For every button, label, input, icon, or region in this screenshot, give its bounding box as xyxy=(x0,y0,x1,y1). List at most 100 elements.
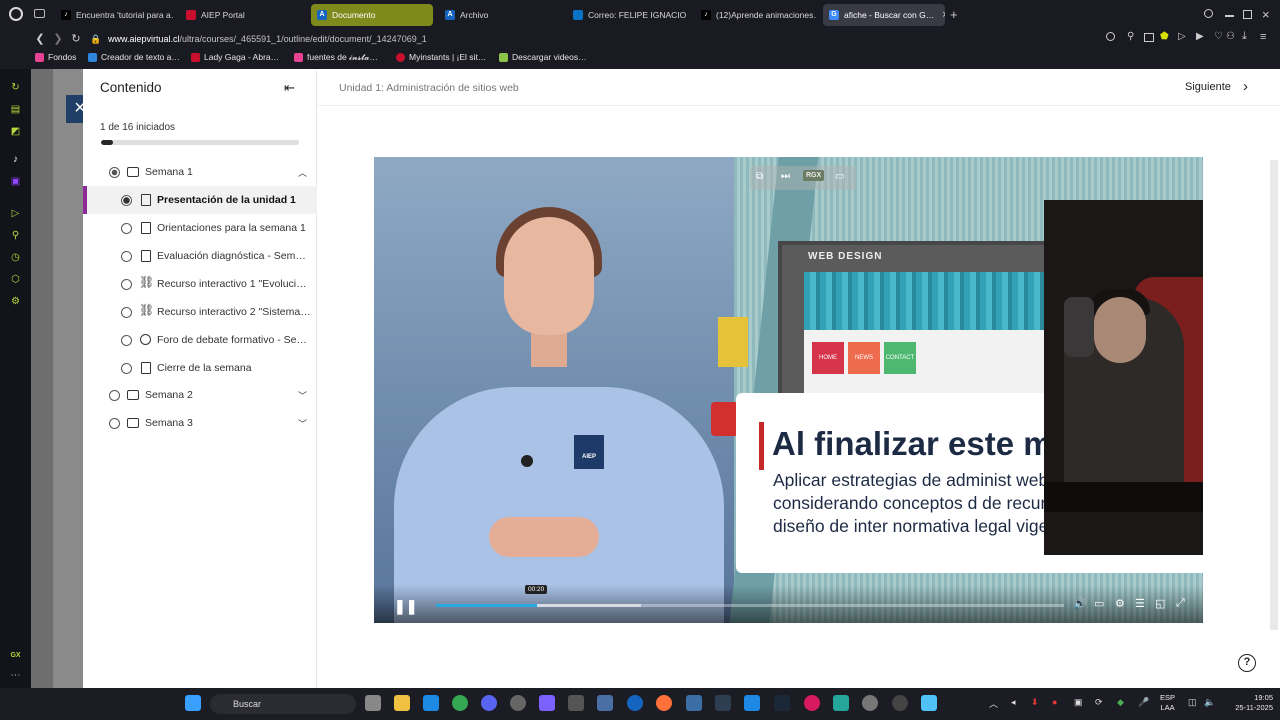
screenshot-icon[interactable] xyxy=(1144,33,1154,42)
sidebar-twitch-icon[interactable]: ▣ xyxy=(9,175,22,188)
maximize-icon[interactable] xyxy=(1243,10,1252,19)
chevron-down-icon[interactable]: ﹀ xyxy=(298,417,307,430)
sidebar-messenger-icon[interactable]: ◩ xyxy=(9,125,22,138)
next-button[interactable]: Siguiente xyxy=(1185,81,1231,93)
taskbar-search[interactable]: Buscar xyxy=(210,694,356,714)
heart-icon[interactable]: ♡ xyxy=(1214,31,1223,42)
collapse-panel-icon[interactable]: ⇤ xyxy=(284,80,295,96)
sidebar-settings-icon[interactable]: ⚙ xyxy=(9,295,22,308)
volume-icon[interactable]: 🔊 xyxy=(1073,597,1087,610)
profile-icon[interactable]: ⚇ xyxy=(1226,31,1235,42)
bookmark-fuentes[interactable]: fuentes de 𝓲𝓷𝓼𝓽𝓪… xyxy=(294,52,378,63)
windows-start-icon[interactable] xyxy=(185,695,201,711)
tray-app-icon[interactable]: ◆ xyxy=(1117,697,1124,708)
pin-icon[interactable]: ⚲ xyxy=(1127,31,1134,42)
notepad-icon[interactable] xyxy=(921,695,937,711)
firefox-icon[interactable] xyxy=(656,695,672,711)
miniplayer-icon[interactable]: ◱ xyxy=(1155,597,1165,610)
search-tabs-icon[interactable] xyxy=(1204,9,1213,18)
mail-icon[interactable] xyxy=(423,695,439,711)
close-window-icon[interactable]: × xyxy=(1262,7,1270,22)
content-item-presentacion[interactable]: Presentación de la unidad 1 xyxy=(83,186,317,214)
download-icon[interactable]: ⤓ xyxy=(1242,30,1247,43)
forward-icon[interactable]: ❯ xyxy=(50,31,66,47)
media-player-icon[interactable] xyxy=(892,695,908,711)
tray-app-icon[interactable]: ◂ xyxy=(1011,697,1016,708)
tray-chevron-icon[interactable]: ︿ xyxy=(989,697,998,710)
app-icon[interactable] xyxy=(568,695,584,711)
app-icon[interactable] xyxy=(833,695,849,711)
chrome-icon[interactable] xyxy=(452,695,468,711)
chevron-up-icon[interactable]: ︿ xyxy=(298,166,307,179)
opera-gx-icon[interactable] xyxy=(804,695,820,711)
browser-logo-icon[interactable] xyxy=(9,7,23,21)
minimize-icon[interactable] xyxy=(1225,15,1234,17)
app-icon[interactable] xyxy=(715,695,731,711)
tab-correo[interactable]: Correo: FELIPE IGNACIO … xyxy=(567,4,689,26)
discord-icon[interactable] xyxy=(481,695,497,711)
workspaces-icon[interactable] xyxy=(34,9,45,18)
sidebar-news-icon[interactable]: ▤ xyxy=(9,103,22,116)
copilot-icon[interactable] xyxy=(539,695,555,711)
week-2-row[interactable]: Semana 2 ﹀ xyxy=(83,381,317,409)
tab-archivo[interactable]: A Archivo xyxy=(439,4,561,26)
app-icon[interactable] xyxy=(510,695,526,711)
tray-app-icon[interactable]: ▣ xyxy=(1074,697,1083,708)
tab-documento[interactable]: A Documento xyxy=(311,4,433,26)
sidebar-tiktok-icon[interactable]: ♪ xyxy=(9,153,22,166)
wallet-icon[interactable]: ▷ xyxy=(1178,31,1186,42)
content-item-evaluacion[interactable]: Evaluación diagnóstica - Sema… xyxy=(83,242,317,270)
app-icon[interactable] xyxy=(597,695,613,711)
tab-aiep-portal[interactable]: AIEP Portal xyxy=(180,4,304,26)
transcript-icon[interactable]: ☰ xyxy=(1135,597,1145,610)
bookmark-descargar-videos[interactable]: Descargar videos… xyxy=(499,52,587,62)
network-icon[interactable]: ◫ xyxy=(1188,697,1197,708)
task-view-icon[interactable] xyxy=(365,695,381,711)
sidebar-gx-icon[interactable]: GX xyxy=(9,649,22,662)
bookmark-creador-texto[interactable]: Creador de texto a… xyxy=(88,52,180,62)
shield-icon[interactable]: ⬟ xyxy=(1160,31,1169,42)
browser-icon[interactable] xyxy=(627,695,643,711)
fullscreen-icon[interactable]: ⤢ xyxy=(1176,597,1185,610)
tray-app-icon[interactable]: ⟳ xyxy=(1095,697,1103,708)
chevron-right-icon[interactable]: › xyxy=(1243,78,1248,95)
app-icon[interactable] xyxy=(744,695,760,711)
play-icon[interactable]: ▶ xyxy=(1196,31,1204,42)
captions-icon[interactable]: ▭ xyxy=(1094,597,1104,610)
app-icon[interactable] xyxy=(686,695,702,711)
rgx-button[interactable]: RGX xyxy=(803,170,825,181)
menu-icon[interactable]: ≡ xyxy=(1260,31,1266,43)
reload-icon[interactable]: ↻ xyxy=(68,31,84,47)
language-indicator[interactable]: ESP LAA xyxy=(1160,693,1175,713)
steam-icon[interactable] xyxy=(774,695,790,711)
week-3-row[interactable]: Semana 3 ﹀ xyxy=(83,409,317,437)
pause-icon[interactable]: ❚❚ xyxy=(394,598,417,615)
content-item-orientaciones[interactable]: Orientaciones para la semana 1 xyxy=(83,214,317,242)
chevron-down-icon[interactable]: ﹀ xyxy=(298,389,307,402)
settings-app-icon[interactable] xyxy=(862,695,878,711)
file-explorer-icon[interactable] xyxy=(394,695,410,711)
settings-icon[interactable]: ⚙ xyxy=(1115,597,1125,610)
sidebar-more-icon[interactable]: ⋯ xyxy=(9,669,22,682)
bookmark-myinstants[interactable]: Myinstants | ¡El sit… xyxy=(396,52,486,62)
video-player[interactable]: WEB DESIGN HOME NEWS CONTACT AIEP Al fin… xyxy=(374,157,1203,623)
sidebar-pin-icon[interactable]: ⚲ xyxy=(9,229,22,242)
content-item-foro[interactable]: Foro de debate formativo - Se… xyxy=(83,326,317,354)
back-icon[interactable]: ❮ xyxy=(32,31,48,47)
tray-app-icon[interactable]: 🎤 xyxy=(1138,697,1149,708)
content-item-recurso-1[interactable]: ⛓ Recurso interactivo 1 "Evoluci… xyxy=(83,270,317,298)
bookmark-lady-gaga[interactable]: Lady Gaga - Abra… xyxy=(191,52,279,62)
week-1-row[interactable]: Semana 1 ︿ xyxy=(83,158,317,186)
sidebar-player-icon[interactable]: ▷ xyxy=(9,207,22,220)
sidebar-cube-icon[interactable]: ⬡ xyxy=(9,273,22,286)
tab-afiche-search[interactable]: Gafiche - Buscar con G…× xyxy=(823,4,945,26)
clock[interactable]: 19:05 25-11-2025 xyxy=(1227,693,1273,713)
tab-animaciones[interactable]: ♪ (12)Aprende animaciones… xyxy=(695,4,817,26)
content-item-recurso-2[interactable]: ⛓ Recurso interactivo 2 "Sistema… xyxy=(83,298,317,326)
url-field[interactable]: www.aiepvirtual.cl/ultra/courses/_465591… xyxy=(108,31,1118,47)
tray-app-icon[interactable]: ● xyxy=(1052,697,1057,707)
help-icon[interactable]: ? xyxy=(1238,654,1256,672)
tray-app-icon[interactable]: ⬇ xyxy=(1031,697,1039,708)
page-scrollbar[interactable] xyxy=(1270,160,1278,630)
picture-in-picture-icon[interactable]: ▭ xyxy=(835,171,844,182)
